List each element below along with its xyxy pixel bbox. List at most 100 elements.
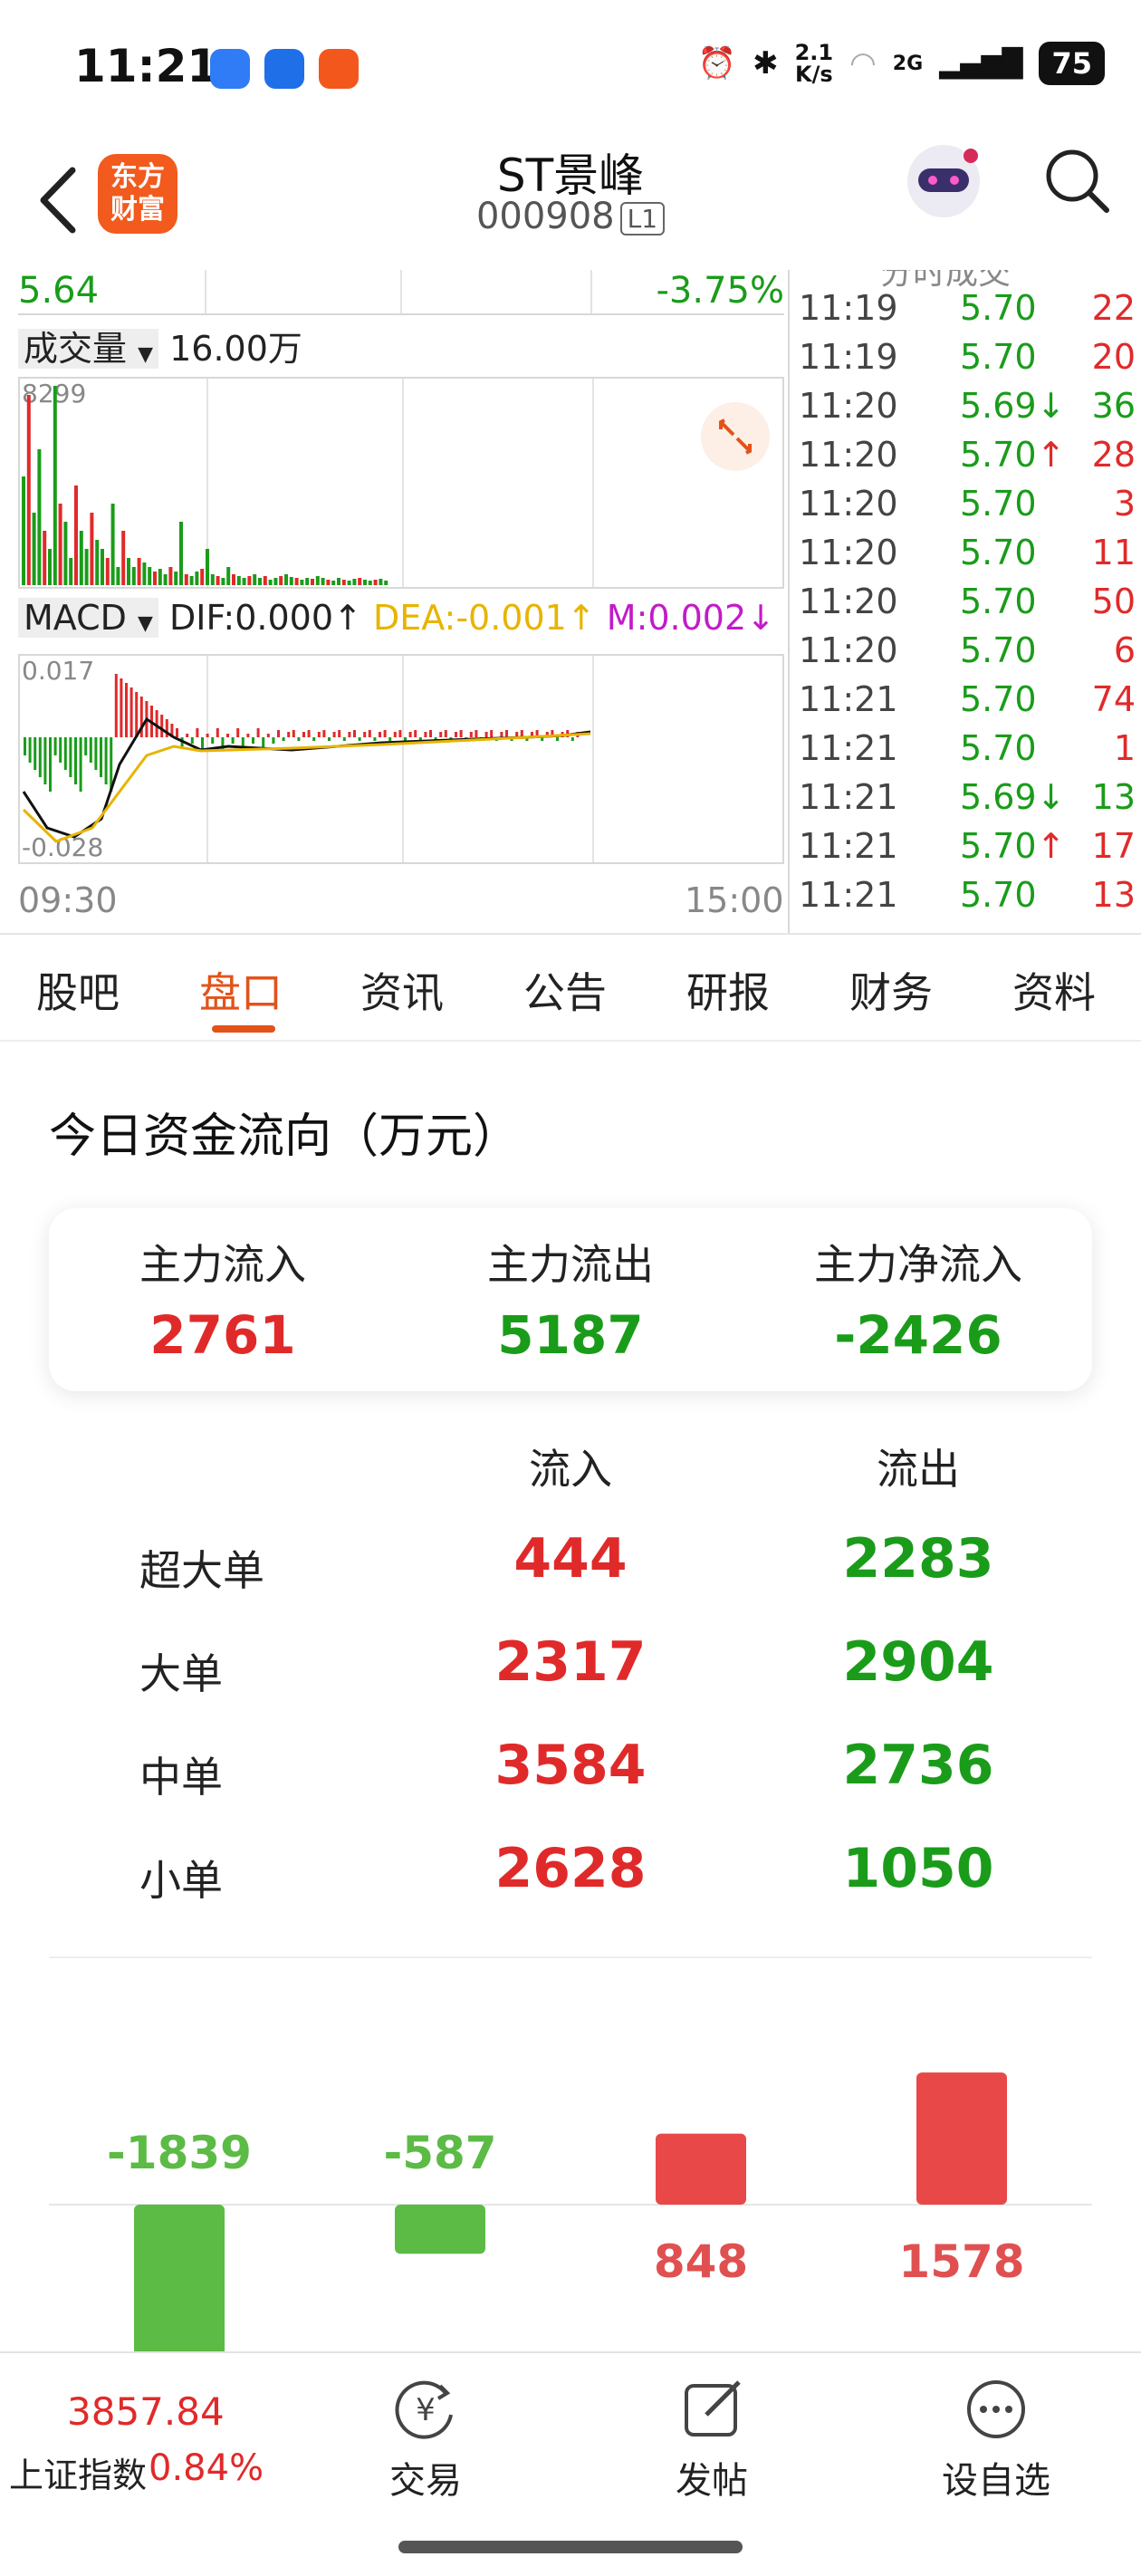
signal-2g: 2G xyxy=(892,52,924,75)
macd-bar xyxy=(348,732,351,737)
intraday-chart[interactable]: 5.64 -3.75% 成交量 ▼ 16.00万 8299 MACD ▼ DIF… xyxy=(0,270,788,933)
macd-bar xyxy=(256,728,260,737)
macd-selector[interactable]: MACD ▼ xyxy=(18,598,158,638)
row-label: 小单 xyxy=(139,1856,223,1905)
macd-bar xyxy=(246,734,250,737)
tab-1[interactable]: 股吧 xyxy=(36,960,120,1020)
summary-main-net: 主力净流入 -2426 xyxy=(744,1232,1092,1366)
search-icon[interactable] xyxy=(1041,145,1114,217)
trade-time: 11:21 xyxy=(799,826,898,866)
volume-header: 成交量 ▼ 16.00万 xyxy=(18,321,302,370)
robot-assistant-icon[interactable] xyxy=(900,136,987,226)
tab-7[interactable]: 资料 xyxy=(1012,960,1096,1020)
dea-text: DEA:-0.001 xyxy=(372,598,567,638)
expand-icon xyxy=(719,418,752,455)
active-tab-indicator xyxy=(212,1025,275,1033)
macd-bar xyxy=(408,732,412,737)
net-flow-bar-chart: -1839 -587 848 1578 xyxy=(49,2072,1092,2355)
macd-bar xyxy=(43,737,47,784)
trade-row: 11:20 5.70 50 xyxy=(790,582,1141,630)
trade-time: 11:19 xyxy=(799,288,898,328)
add-watchlist-button[interactable]: 设自选 xyxy=(906,2373,1087,2504)
net-flow-label: 848 xyxy=(654,2235,748,2288)
trade-price-value: 5.70 xyxy=(960,288,1037,328)
post-button[interactable]: 发帖 xyxy=(621,2373,802,2504)
volume-bar xyxy=(153,572,157,585)
trade-button[interactable]: ¥ 交易 xyxy=(335,2373,516,2504)
trade-price: 5.69↓ xyxy=(960,386,1065,426)
macd-bar xyxy=(176,728,178,737)
macd-bar xyxy=(272,737,275,744)
trade-price: 5.70 xyxy=(960,288,1037,328)
macd-bar xyxy=(266,734,270,737)
tab-6[interactable]: 财务 xyxy=(849,960,933,1020)
macd-bar xyxy=(196,728,199,737)
tab-4[interactable]: 公告 xyxy=(523,960,607,1020)
volume-bar xyxy=(268,580,273,585)
volume-bar xyxy=(221,578,225,585)
home-indicator[interactable] xyxy=(398,2541,743,2553)
volume-selector[interactable]: 成交量 ▼ xyxy=(18,329,159,369)
macd-bar xyxy=(393,732,397,737)
macd-bar xyxy=(475,730,478,737)
trade-price-value: 5.70 xyxy=(960,630,1037,670)
volume-bar xyxy=(163,574,168,585)
volume-bar xyxy=(368,581,372,585)
net-flow-bar xyxy=(656,2133,746,2205)
dif-value: DIF:0.000↑ xyxy=(169,598,362,638)
index-ticker[interactable]: 3857.84 上证指数 0.84% xyxy=(0,2353,272,2534)
tab-2[interactable]: 盘口 xyxy=(199,960,283,1020)
summary-label: 主力流入 xyxy=(139,1240,306,1289)
volume-panel: 8299 xyxy=(18,377,784,589)
tab-3[interactable]: 资讯 xyxy=(360,960,444,1020)
macd-selector-label: MACD xyxy=(24,598,127,638)
macd-bar xyxy=(368,730,371,737)
index-name: 上证指数 xyxy=(9,2456,148,2495)
volume-bar xyxy=(300,580,304,585)
volume-bar xyxy=(32,513,36,585)
macd-bar xyxy=(69,737,72,777)
trade-time: 11:20 xyxy=(799,533,898,572)
trade-row: 11:21 5.70↑ 17 xyxy=(790,826,1141,875)
trade-row: 11:21 5.70 13 xyxy=(790,875,1141,924)
trade-row: 11:19 5.70 20 xyxy=(790,337,1141,386)
money-flow-title: 今日资金流向（万元） xyxy=(49,1110,521,1164)
trade-price: 5.70 xyxy=(960,875,1037,915)
tab-5[interactable]: 研报 xyxy=(686,960,770,1020)
volume-bar xyxy=(358,578,362,585)
table-row: 大单 2317 2904 xyxy=(0,1630,1141,1721)
trade-price-value: 5.70 xyxy=(960,728,1037,768)
trade-yen-icon: ¥ xyxy=(395,2380,453,2439)
trade-time: 11:21 xyxy=(799,728,898,768)
macd-bar xyxy=(125,683,128,737)
dif-text: DIF:0.000 xyxy=(169,598,333,638)
trade-label: 交易 xyxy=(389,2460,462,2502)
expand-button[interactable] xyxy=(701,402,770,471)
column-header-outflow: 流出 xyxy=(877,1445,960,1494)
volume-bar xyxy=(95,540,100,585)
column-header-inflow: 流入 xyxy=(529,1445,612,1494)
trade-direction: ↑ xyxy=(1036,435,1066,475)
macd-bar xyxy=(34,737,37,770)
macd-bar xyxy=(439,732,443,737)
bluetooth-icon: ✱ xyxy=(753,45,779,82)
volume-bar xyxy=(43,531,47,585)
net-flow-bar xyxy=(134,2205,225,2355)
volume-bar xyxy=(110,504,115,585)
macd-bar xyxy=(505,730,508,737)
macd-bar xyxy=(49,737,52,792)
volume-bar xyxy=(58,504,62,585)
trade-ticks-list[interactable]: 分时成交 11:19 5.70 22 11:19 5.70 20 11:20 5.69↓ 36 1… xyxy=(788,270,1141,933)
trade-price-value: 5.69 xyxy=(960,777,1037,817)
volume-bar xyxy=(121,531,126,585)
more-dots-icon xyxy=(967,2380,1025,2438)
macd-bar xyxy=(59,737,62,763)
net-flow-bar xyxy=(395,2205,485,2254)
volume-bar xyxy=(247,576,252,585)
volume-bar xyxy=(84,549,89,585)
volume-bar xyxy=(258,578,262,585)
volume-bar xyxy=(63,522,68,585)
post-label: 发帖 xyxy=(676,2460,748,2502)
volume-bar xyxy=(206,549,209,585)
alarm-icon: ⏰ xyxy=(697,45,737,82)
